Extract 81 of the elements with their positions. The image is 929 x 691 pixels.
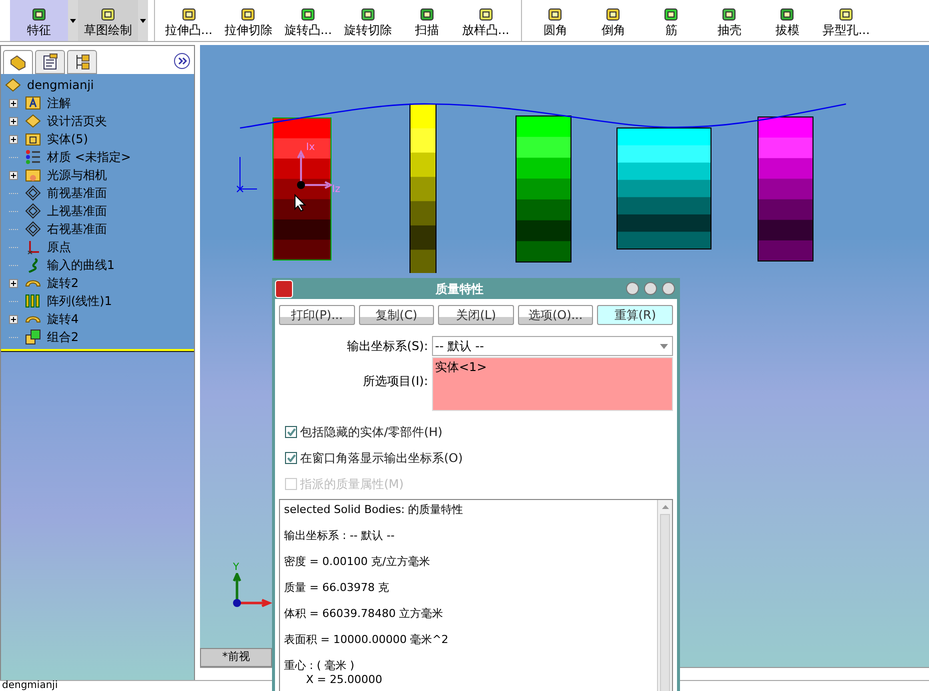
view-tab[interactable]: *前视 xyxy=(200,648,272,667)
tree-root-label[interactable]: dengmianji xyxy=(27,76,94,94)
expand-box-icon[interactable] xyxy=(9,98,18,108)
checkbox[interactable] xyxy=(285,426,297,438)
checkbox-label: 指派的质量属性(M) xyxy=(300,476,404,493)
material-icon xyxy=(25,149,41,165)
plane-icon xyxy=(25,185,41,201)
tree-item[interactable]: 组合2 xyxy=(47,328,79,346)
expand-icon[interactable] xyxy=(174,53,190,69)
caret-icon[interactable] xyxy=(138,0,148,41)
tree-item[interactable]: 输入的曲线1 xyxy=(47,256,115,274)
field-label: 所选项目(I): xyxy=(362,373,429,390)
checkbox[interactable] xyxy=(285,452,297,464)
window-control-icon[interactable] xyxy=(644,282,657,295)
checkbox-label: 包括隐藏的实体/零部件(H) xyxy=(300,424,442,441)
plane-icon xyxy=(25,221,41,237)
cursor-icon xyxy=(294,194,306,212)
tree-item[interactable]: 材质 <未指定> xyxy=(47,148,131,166)
selection-list[interactable]: 实体<1> xyxy=(432,357,673,411)
axis-label: Ix xyxy=(306,143,315,153)
caret-icon xyxy=(660,344,668,348)
tree-item[interactable]: 原点 xyxy=(47,238,71,256)
axis-icon xyxy=(236,155,258,193)
axis-label: Iz xyxy=(332,185,340,195)
status-text: dengmianji xyxy=(1,681,58,691)
expand-box-icon[interactable] xyxy=(9,134,18,144)
field-label: 输出坐标系(S): xyxy=(346,338,429,355)
result-line: 重心 : ( 毫米 ) xyxy=(284,659,356,673)
result-line: selected Solid Bodies: 的质量特性 xyxy=(284,503,464,517)
panel-tab[interactable] xyxy=(67,50,97,74)
binder-icon xyxy=(5,77,21,93)
window-control-icon[interactable] xyxy=(626,282,639,295)
bodies-icon xyxy=(25,131,41,147)
caret-icon[interactable] xyxy=(68,0,78,41)
coordinate-dropdown[interactable]: -- 默认 -- xyxy=(432,336,673,356)
lights-icon xyxy=(25,167,41,183)
triad-label: Y xyxy=(233,563,240,573)
feature-tab-icon xyxy=(9,54,27,72)
dialog-button[interactable]: 重算(R) xyxy=(597,305,673,325)
tree-item[interactable]: 光源与相机 xyxy=(47,166,107,184)
result-line: 质量 = 66.03978 克 xyxy=(284,581,390,595)
tree-item[interactable]: 注解 xyxy=(47,94,71,112)
result-line: 密度 = 0.00100 克/立方毫米 xyxy=(284,555,431,569)
dialog-button[interactable]: 关闭(L) xyxy=(438,305,514,325)
result-line: 输出坐标系 : -- 默认 -- xyxy=(284,529,396,543)
toolbar-button[interactable]: 特征 xyxy=(10,0,68,41)
tree-item[interactable]: 前视基准面 xyxy=(47,184,107,202)
expand-box-icon[interactable] xyxy=(9,170,18,180)
binder-icon xyxy=(25,113,41,129)
combine-icon xyxy=(25,329,41,345)
expand-box-icon[interactable] xyxy=(9,278,18,288)
result-line: 表面积 = 10000.00000 毫米^2 xyxy=(284,633,450,647)
dialog-button[interactable]: 打印(P)... xyxy=(279,305,355,325)
panel-tab[interactable] xyxy=(3,50,33,74)
tree-item[interactable]: 右视基准面 xyxy=(47,220,107,238)
window-control-icon[interactable] xyxy=(662,282,675,295)
result-line: 体积 = 66039.78480 立方毫米 xyxy=(284,607,444,621)
tree-item[interactable]: 旋转4 xyxy=(47,310,79,328)
expand-box-icon[interactable] xyxy=(9,314,18,324)
origin-icon xyxy=(25,239,41,255)
tree-item[interactable]: 阵列(线性)1 xyxy=(47,292,112,310)
annotation-icon xyxy=(25,95,41,111)
pattern-icon xyxy=(25,293,41,309)
checkbox-label: 在窗口角落显示输出坐标系(O) xyxy=(300,450,463,467)
plane-icon xyxy=(25,203,41,219)
tree-item[interactable]: 实体(5) xyxy=(47,130,88,148)
tree-item[interactable]: 设计活页夹 xyxy=(47,112,107,130)
dialog-button[interactable]: 选项(O)... xyxy=(518,305,594,325)
axes-arrows-icon xyxy=(296,149,332,189)
scrollbar[interactable] xyxy=(657,500,672,691)
tree-item[interactable]: 旋转2 xyxy=(47,274,79,292)
property-tab-icon xyxy=(41,53,59,71)
dialog-title: 质量特性 xyxy=(434,280,484,298)
triad-icon xyxy=(232,573,272,607)
expand-box-icon[interactable] xyxy=(9,116,18,126)
toolbar-button[interactable]: 草图绘制 xyxy=(78,0,138,41)
selection-item[interactable]: 实体<1> xyxy=(435,358,670,376)
tree-item[interactable]: 上视基准面 xyxy=(47,202,107,220)
result-line: X = 25.00000 xyxy=(305,673,384,687)
panel-tab[interactable] xyxy=(35,50,65,74)
dialog-button[interactable]: 复制(C) xyxy=(358,305,434,325)
